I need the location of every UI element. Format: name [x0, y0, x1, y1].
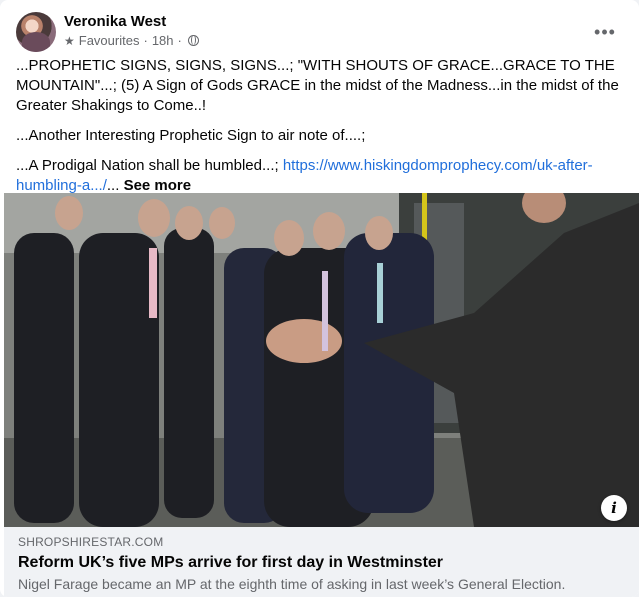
photo-illustration [4, 193, 639, 527]
post-meta: ★ Favourites · 18h · [64, 33, 199, 48]
meta-separator: · [143, 33, 148, 48]
post-card: Veronika West ★ Favourites · 18h · ••• .… [0, 0, 639, 597]
author-name[interactable]: Veronika West [64, 13, 166, 30]
link-title[interactable]: Reform UK’s five MPs arrive for first da… [18, 554, 625, 572]
post-paragraph-3-text: ...A Prodigal Nation shall be humbled...… [16, 157, 283, 174]
globe-icon [187, 35, 199, 46]
link-preview[interactable]: SHROPSHIRESTAR.COM Reform UK’s five MPs … [4, 527, 639, 597]
author-avatar[interactable] [16, 12, 56, 52]
post-text: ...PROPHETIC SIGNS, SIGNS, SIGNS...; "WI… [16, 56, 625, 206]
post-paragraph-2: ...Another Interesting Prophetic Sign to… [16, 127, 366, 144]
audience-label[interactable]: Favourites [79, 33, 140, 48]
link-domain: SHROPSHIRESTAR.COM [18, 535, 164, 549]
post-ellipsis: ... [106, 177, 120, 194]
more-options-icon[interactable]: ••• [591, 18, 619, 46]
post-time[interactable]: 18h [152, 33, 174, 48]
info-icon[interactable]: i [601, 495, 627, 521]
meta-separator-2: · [177, 33, 182, 48]
link-description: Nigel Farage became an MP at the eighth … [18, 576, 566, 592]
post-header: Veronika West ★ Favourites · 18h · ••• [16, 12, 627, 52]
link-preview-image[interactable]: i [4, 193, 639, 527]
star-icon: ★ [64, 33, 75, 48]
post-paragraph-3: ...A Prodigal Nation shall be humbled...… [16, 156, 625, 196]
post-paragraph-1: ...PROPHETIC SIGNS, SIGNS, SIGNS...; "WI… [16, 57, 619, 114]
see-more-button[interactable]: See more [124, 177, 192, 194]
